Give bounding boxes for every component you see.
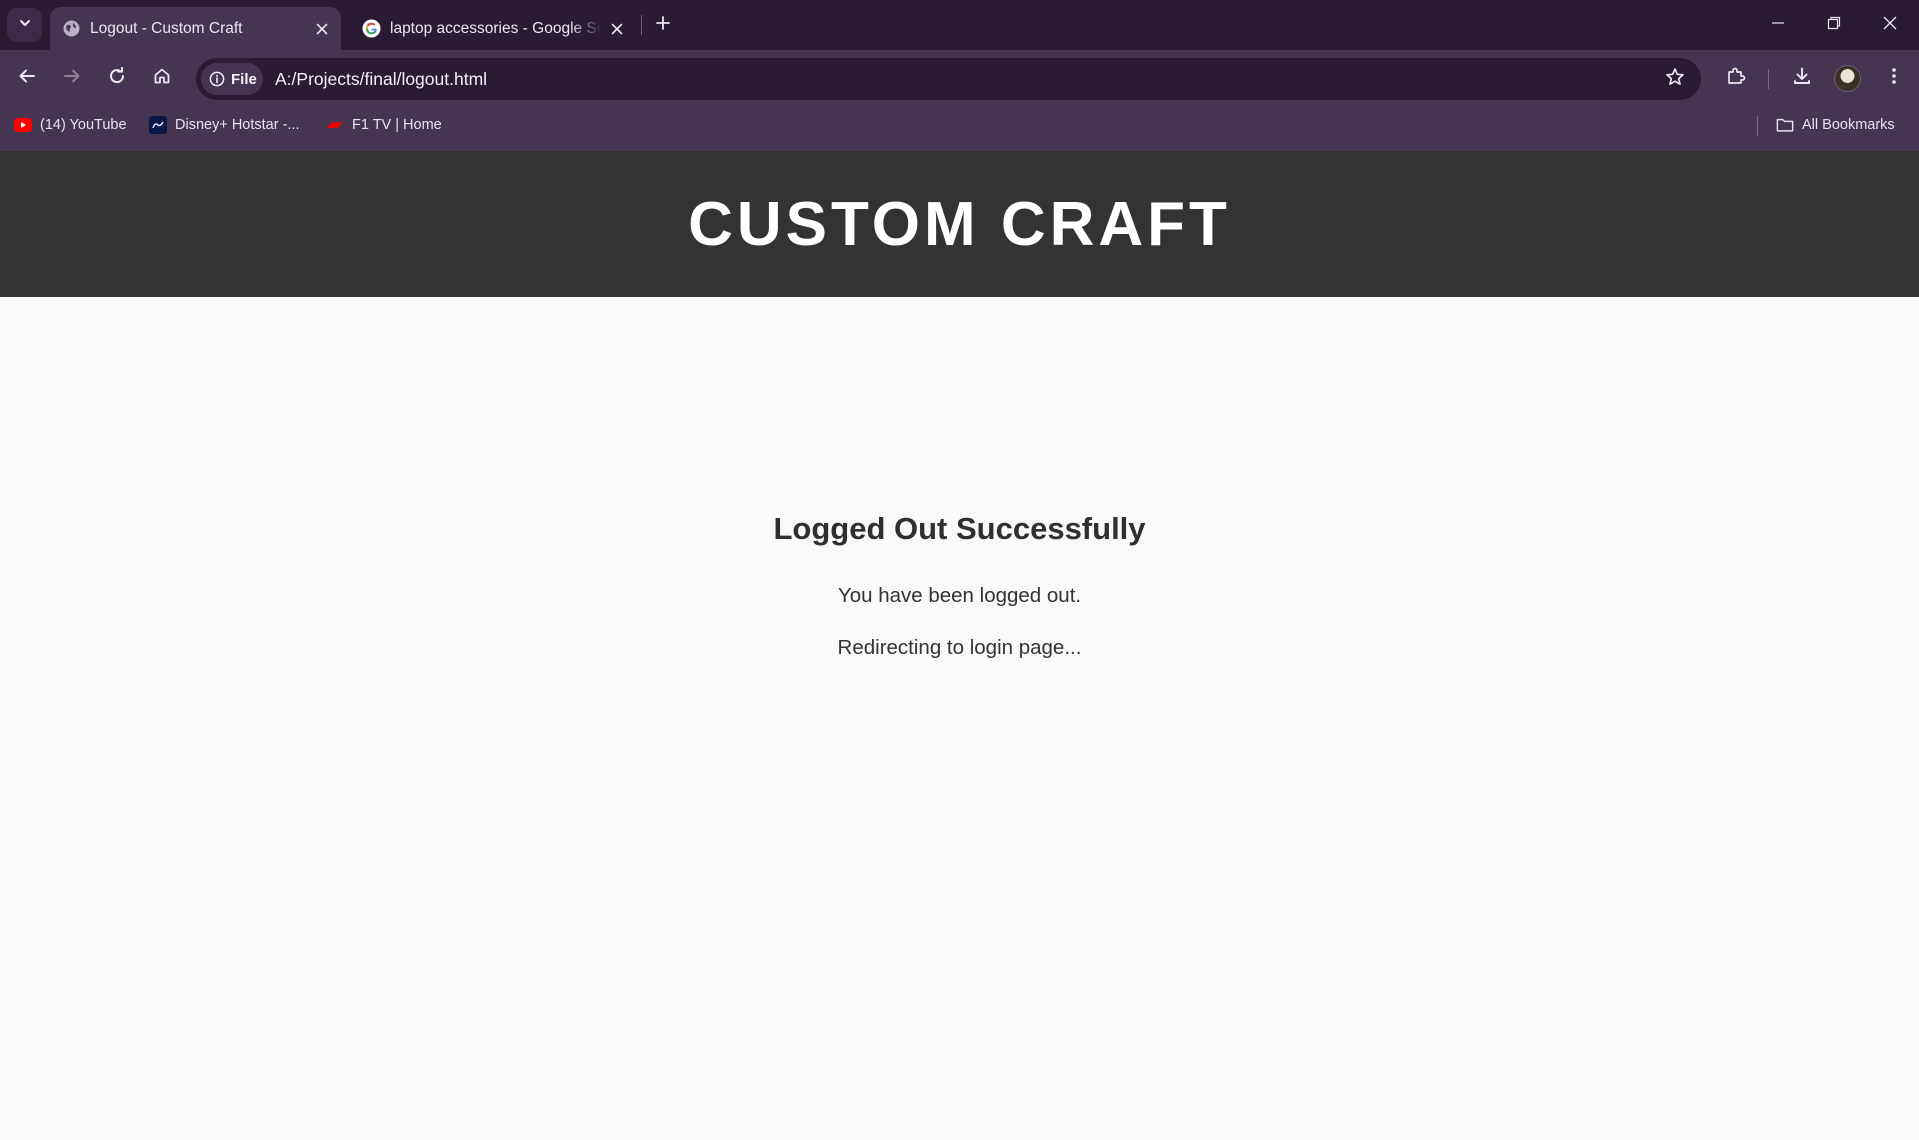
site-info-chip[interactable]: File	[201, 63, 263, 95]
close-icon	[1883, 16, 1897, 35]
star-icon	[1665, 67, 1685, 92]
tab-title: Logout - Custom Craft	[90, 20, 243, 37]
back-button[interactable]	[10, 61, 44, 95]
chevron-down-icon	[18, 16, 32, 35]
forward-button[interactable]	[55, 61, 89, 95]
puzzle-icon	[1726, 66, 1746, 91]
home-button[interactable]	[145, 61, 179, 95]
bookmark-hotstar[interactable]: Disney+ Hotstar -...	[149, 107, 300, 143]
restore-button[interactable]	[1806, 0, 1862, 50]
tab-search-button[interactable]	[7, 8, 42, 42]
site-brand-title: CUSTOM CRAFT	[688, 189, 1231, 259]
all-bookmarks-label: All Bookmarks	[1802, 117, 1895, 133]
bookmark-f1tv[interactable]: F1 TV | Home	[326, 107, 442, 143]
info-icon	[209, 71, 225, 87]
extensions-button[interactable]	[1719, 61, 1753, 95]
youtube-icon	[14, 116, 32, 134]
minimize-icon	[1771, 16, 1785, 35]
restore-icon	[1827, 16, 1841, 35]
bookmarks-bar: (14) YouTube Disney+ Hotstar -... F1 TV …	[0, 107, 1919, 151]
hotstar-icon	[149, 116, 167, 134]
bookmark-label: Disney+ Hotstar -...	[175, 117, 300, 133]
close-window-button[interactable]	[1862, 0, 1918, 50]
browser-toolbar: File A:/Projects/final/logout.html	[0, 50, 1919, 107]
url-text[interactable]: A:/Projects/final/logout.html	[275, 58, 487, 100]
bookmark-youtube[interactable]: (14) YouTube	[14, 107, 127, 143]
tab-strip: Logout - Custom Craft laptop accessories…	[0, 0, 1919, 50]
new-tab-button[interactable]	[650, 12, 676, 38]
toolbar-divider	[1768, 69, 1769, 89]
logout-message-container: Logged Out Successfully You have been lo…	[0, 511, 1919, 659]
site-header: CUSTOM CRAFT	[0, 151, 1919, 297]
profile-avatar[interactable]	[1834, 65, 1861, 92]
redirect-message: Redirecting to login page...	[837, 636, 1082, 659]
tab-divider	[641, 15, 642, 35]
bookmark-star-button[interactable]	[1661, 65, 1689, 93]
folder-icon	[1776, 116, 1794, 134]
home-icon	[153, 67, 171, 90]
logout-heading: Logged Out Successfully	[773, 511, 1146, 546]
all-bookmarks-button[interactable]: All Bookmarks	[1776, 107, 1895, 143]
close-icon[interactable]	[607, 19, 626, 38]
bookmarks-divider	[1757, 116, 1758, 136]
globe-icon	[62, 19, 81, 38]
bookmark-label: (14) YouTube	[40, 117, 127, 133]
logout-message: You have been logged out.	[837, 584, 1082, 607]
minimize-button[interactable]	[1750, 0, 1806, 50]
f1-icon	[326, 116, 344, 134]
reload-button[interactable]	[100, 61, 134, 95]
downloads-button[interactable]	[1785, 61, 1819, 95]
web-page: CUSTOM CRAFT Logged Out Successfully You…	[0, 151, 1919, 1140]
address-bar[interactable]: File A:/Projects/final/logout.html	[196, 58, 1701, 100]
arrow-left-icon	[18, 67, 36, 90]
kebab-menu-icon	[1891, 67, 1897, 90]
tab-title: laptop accessories - Google Search	[390, 20, 602, 37]
bookmark-label: F1 TV | Home	[352, 117, 442, 133]
arrow-right-icon	[63, 67, 81, 90]
close-icon[interactable]	[312, 19, 331, 38]
tab-logout[interactable]: Logout - Custom Craft	[50, 7, 341, 50]
google-icon	[362, 19, 381, 38]
plus-icon	[655, 15, 671, 36]
menu-button[interactable]	[1877, 61, 1911, 95]
download-icon	[1792, 66, 1812, 91]
site-chip-label: File	[231, 70, 257, 88]
tab-google-search[interactable]: laptop accessories - Google Search	[350, 7, 636, 50]
reload-icon	[108, 66, 126, 90]
